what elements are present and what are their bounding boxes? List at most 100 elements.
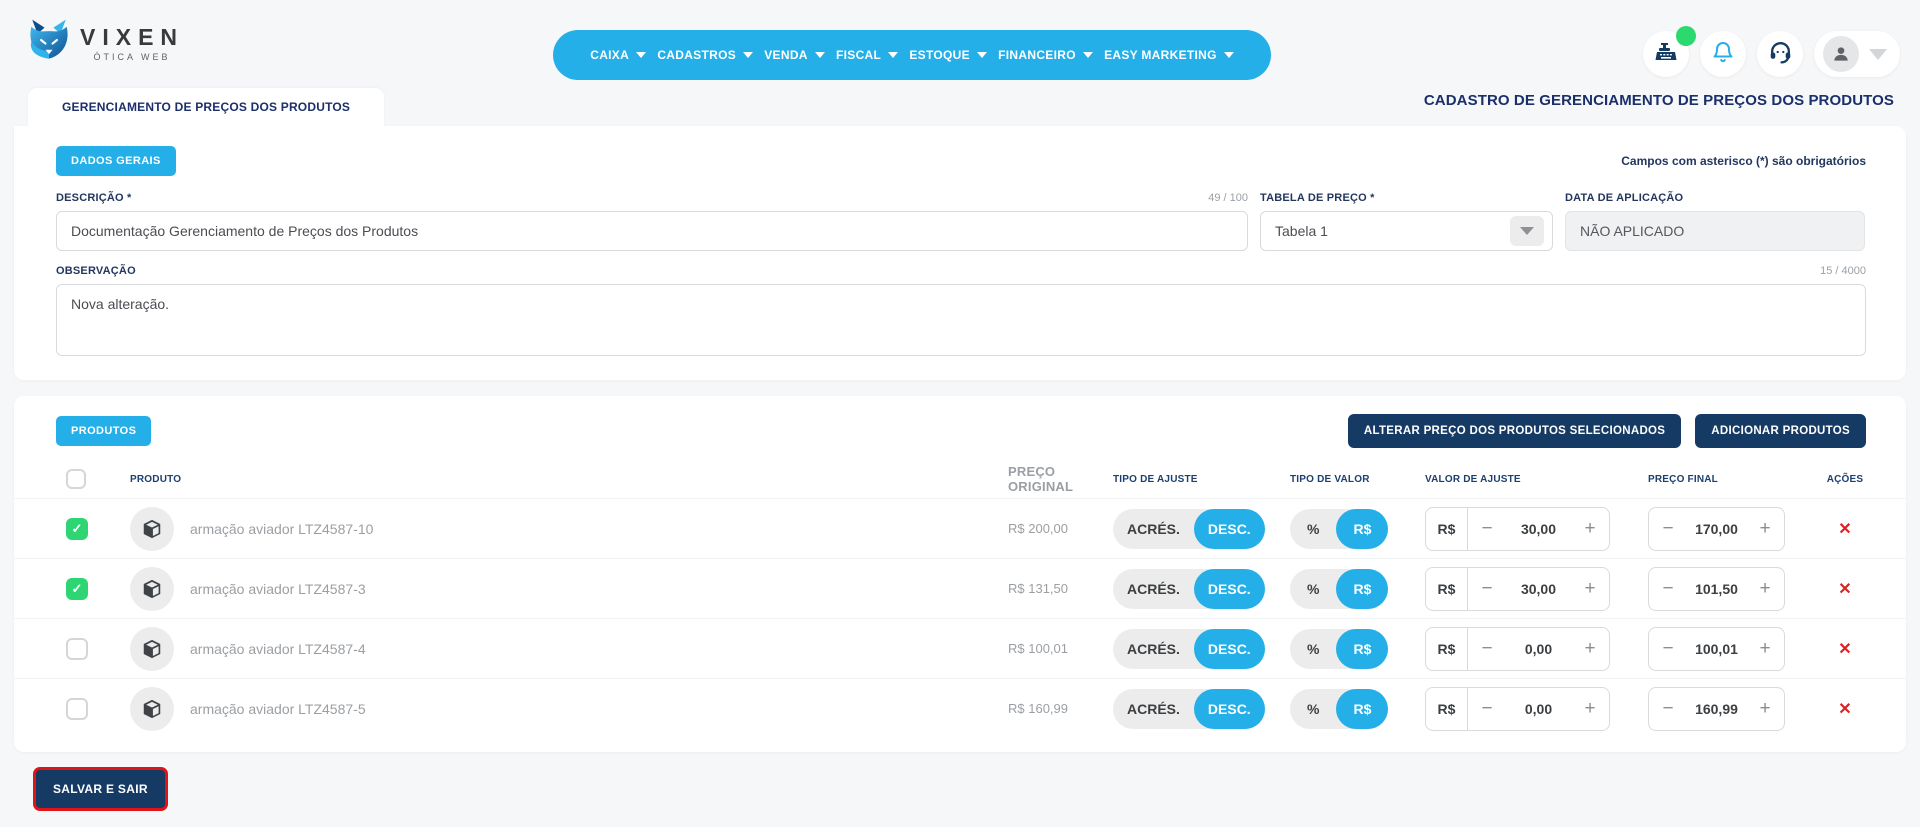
nav-item-label: FISCAL — [836, 48, 881, 62]
final-price-input[interactable]: 160,99 — [1687, 701, 1746, 717]
decrement-button[interactable]: − — [1468, 638, 1506, 660]
currency-option[interactable]: R$ — [1336, 689, 1388, 729]
desconto-option[interactable]: DESC. — [1194, 569, 1265, 609]
currency-option[interactable]: R$ — [1336, 509, 1388, 549]
row-checkbox[interactable] — [66, 578, 88, 600]
remove-product-button[interactable]: ✕ — [1838, 699, 1851, 719]
salvar-e-sair-button[interactable]: SALVAR E SAIR — [36, 770, 165, 808]
decrement-button[interactable]: − — [1468, 698, 1506, 720]
nav-item-estoque[interactable]: ESTOQUE — [909, 48, 987, 62]
adjust-value-input[interactable]: 0,00 — [1506, 641, 1571, 657]
remove-product-button[interactable]: ✕ — [1838, 519, 1851, 539]
notifications-button[interactable] — [1700, 31, 1746, 77]
increment-button[interactable]: + — [1571, 638, 1609, 660]
increment-button[interactable]: + — [1746, 518, 1784, 540]
acrescimo-option[interactable]: ACRÉS. — [1113, 509, 1194, 549]
percent-option[interactable]: % — [1290, 569, 1336, 609]
decrement-button[interactable]: − — [1649, 518, 1687, 540]
product-name: armação aviador LTZ4587-4 — [190, 641, 1008, 657]
percent-option[interactable]: % — [1290, 629, 1336, 669]
select-all-checkbox[interactable] — [66, 469, 86, 489]
logo-wordmark: VIXEN ÓTICA WEB — [80, 24, 184, 62]
observacao-textarea[interactable]: Nova alteração. — [56, 284, 1866, 356]
final-price-input[interactable]: 100,01 — [1687, 641, 1746, 657]
online-status-badge — [1676, 26, 1696, 46]
alterar-preco-selecionados-button[interactable]: ALTERAR PREÇO DOS PRODUTOS SELECIONADOS — [1348, 414, 1681, 448]
nav-item-financeiro[interactable]: FINANCEIRO — [998, 48, 1093, 62]
row-checkbox[interactable] — [66, 698, 88, 720]
product-original-price: R$ 200,00 — [1008, 521, 1113, 536]
nav-item-venda[interactable]: VENDA — [764, 48, 825, 62]
acrescimo-option[interactable]: ACRÉS. — [1113, 629, 1194, 669]
column-tipo-ajuste: TIPO DE AJUSTE — [1113, 474, 1263, 485]
nav-item-caixa[interactable]: CAIXA — [590, 48, 646, 62]
cash-register-button[interactable] — [1643, 31, 1689, 77]
package-icon — [141, 638, 163, 660]
adjust-value-stepper: R$ − 0,00 + — [1425, 687, 1610, 731]
currency-prefix: R$ — [1426, 568, 1468, 610]
currency-option[interactable]: R$ — [1336, 569, 1388, 609]
final-price-stepper: − 101,50 + — [1648, 567, 1785, 611]
row-checkbox[interactable] — [66, 638, 88, 660]
product-avatar — [130, 567, 174, 611]
increment-button[interactable]: + — [1746, 578, 1784, 600]
desconto-option[interactable]: DESC. — [1194, 509, 1265, 549]
decrement-button[interactable]: − — [1468, 518, 1506, 540]
increment-button[interactable]: + — [1571, 698, 1609, 720]
desconto-option[interactable]: DESC. — [1194, 689, 1265, 729]
column-preco-original: PREÇO ORIGINAL — [1008, 464, 1113, 494]
decrement-button[interactable]: − — [1649, 638, 1687, 660]
select-chevron-button[interactable] — [1510, 216, 1544, 246]
final-price-input[interactable]: 101,50 — [1687, 581, 1746, 597]
descricao-char-counter: 49 / 100 — [1208, 192, 1248, 204]
nav-item-label: VENDA — [764, 48, 808, 62]
package-icon — [141, 518, 163, 540]
increment-button[interactable]: + — [1571, 578, 1609, 600]
product-avatar — [130, 627, 174, 671]
remove-product-button[interactable]: ✕ — [1838, 639, 1851, 659]
chevron-down-icon — [636, 52, 646, 58]
observacao-char-counter: 15 / 4000 — [1820, 265, 1866, 277]
chevron-down-icon — [1224, 52, 1234, 58]
percent-option[interactable]: % — [1290, 689, 1336, 729]
remove-product-button[interactable]: ✕ — [1838, 579, 1851, 599]
nav-item-cadastros[interactable]: CADASTROS — [657, 48, 753, 62]
descricao-input[interactable]: Documentação Gerenciamento de Preços dos… — [56, 211, 1248, 251]
vixen-logo[interactable]: VIXEN ÓTICA WEB — [26, 18, 184, 67]
tabela-preco-select[interactable]: Tabela 1 — [1260, 211, 1553, 251]
nav-item-label: FINANCEIRO — [998, 48, 1076, 62]
value-type-toggle: % R$ — [1290, 509, 1388, 549]
desconto-option[interactable]: DESC. — [1194, 629, 1265, 669]
acrescimo-option[interactable]: ACRÉS. — [1113, 689, 1194, 729]
tabela-preco-value: Tabela 1 — [1275, 223, 1328, 239]
products-table-header: PRODUTO PREÇO ORIGINAL TIPO DE AJUSTE TI… — [14, 460, 1906, 498]
nav-item-fiscal[interactable]: FISCAL — [836, 48, 898, 62]
support-button[interactable] — [1757, 31, 1803, 77]
decrement-button[interactable]: − — [1468, 578, 1506, 600]
increment-button[interactable]: + — [1746, 698, 1784, 720]
adjust-value-input[interactable]: 30,00 — [1506, 521, 1571, 537]
decrement-button[interactable]: − — [1649, 578, 1687, 600]
currency-prefix: R$ — [1426, 628, 1468, 670]
increment-button[interactable]: + — [1571, 518, 1609, 540]
final-price-input[interactable]: 170,00 — [1687, 521, 1746, 537]
table-row: armação aviador LTZ4587-10 R$ 200,00 ACR… — [14, 498, 1906, 558]
adicionar-produtos-button[interactable]: ADICIONAR PRODUTOS — [1695, 414, 1866, 448]
tab-bar: GERENCIAMENTO DE PREÇOS DOS PRODUTOS CAD… — [0, 88, 1920, 126]
tab-gerenciamento-precos[interactable]: GERENCIAMENTO DE PREÇOS DOS PRODUTOS — [28, 88, 384, 126]
notification-bell-icon — [1711, 40, 1735, 69]
column-valor-ajuste: VALOR DE AJUSTE — [1425, 474, 1610, 485]
account-menu-button[interactable] — [1814, 31, 1900, 77]
decrement-button[interactable]: − — [1649, 698, 1687, 720]
adjust-value-input[interactable]: 30,00 — [1506, 581, 1571, 597]
currency-prefix: R$ — [1426, 508, 1468, 550]
increment-button[interactable]: + — [1746, 638, 1784, 660]
nav-item-easy-marketing[interactable]: EASY MARKETING — [1104, 48, 1234, 62]
adjust-type-toggle: ACRÉS. DESC. — [1113, 569, 1265, 609]
acrescimo-option[interactable]: ACRÉS. — [1113, 569, 1194, 609]
data-aplicacao-input: NÃO APLICADO — [1565, 211, 1865, 251]
percent-option[interactable]: % — [1290, 509, 1336, 549]
currency-option[interactable]: R$ — [1336, 629, 1388, 669]
adjust-value-input[interactable]: 0,00 — [1506, 701, 1571, 717]
row-checkbox[interactable] — [66, 518, 88, 540]
